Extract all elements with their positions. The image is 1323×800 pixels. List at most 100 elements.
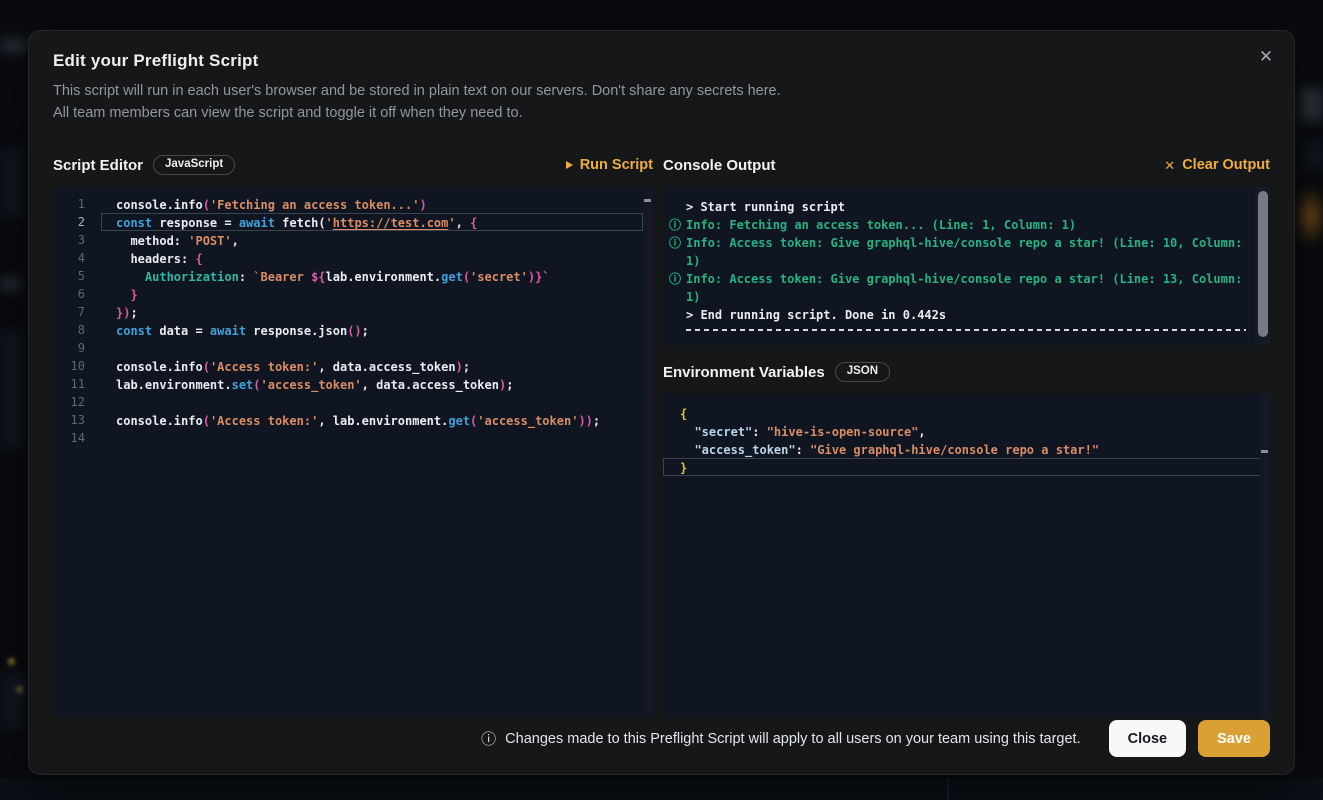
code-line[interactable]: }: [663, 458, 1270, 476]
environment-editor-lines: { "secret": "hive-is-open-source", "acce…: [663, 404, 1270, 476]
console-scrollbar-thumb[interactable]: [1258, 191, 1268, 337]
code-line[interactable]: 4 headers: {: [53, 249, 653, 267]
code-line[interactable]: 11lab.environment.set('access_token', da…: [53, 375, 653, 393]
code-line[interactable]: 2const response = await fetch('https://t…: [53, 213, 653, 231]
code-line-text: headers: {: [101, 249, 643, 267]
code-line[interactable]: 13console.info('Access token:', lab.envi…: [53, 411, 653, 429]
close-button[interactable]: Close: [1109, 720, 1187, 757]
console-line: ⓘInfo: Access token: Give graphql-hive/c…: [669, 234, 1246, 270]
backdrop-blur-text-3: [1300, 88, 1323, 122]
console-line-text: Info: Access token: Give graphql-hive/co…: [686, 234, 1246, 270]
line-number: 8: [53, 321, 101, 339]
script-editor-scrollbar[interactable]: [643, 187, 653, 717]
line-number: 12: [53, 393, 101, 411]
right-section: Console Output ✕ Clear Output > Start ru…: [663, 153, 1270, 717]
code-line-text: }: [663, 458, 1262, 476]
environment-editor-scrollbar[interactable]: [1260, 394, 1270, 717]
modal-title: Edit your Preflight Script: [53, 51, 1270, 71]
code-line[interactable]: 6 }: [53, 285, 653, 303]
environment-title: Environment Variables: [663, 364, 825, 381]
info-icon: ⓘ: [481, 728, 496, 749]
line-number: 5: [53, 267, 101, 285]
line-number: 14: [53, 429, 101, 447]
clear-icon: ✕: [1164, 159, 1175, 172]
line-number: 9: [53, 339, 101, 357]
save-button[interactable]: Save: [1198, 720, 1270, 757]
console-separator: [686, 329, 1246, 331]
script-editor-scroll-mark: [644, 199, 651, 202]
code-line-text: [101, 429, 643, 447]
backdrop-blur-glow: [1298, 185, 1323, 247]
backdrop-bottom-strip: [0, 778, 1323, 800]
console-lines: > Start running scriptⓘInfo: Fetching an…: [669, 198, 1246, 324]
backdrop-blur-panel-3: [0, 670, 26, 730]
code-line-text: method: 'POST',: [101, 231, 643, 249]
clear-output-label: Clear Output: [1182, 157, 1270, 173]
console-line-text: Info: Fetching an access token... (Line:…: [686, 216, 1246, 234]
script-editor-section: Script Editor JavaScript Run Script 1con…: [53, 153, 653, 717]
code-line[interactable]: "secret": "hive-is-open-source",: [663, 422, 1270, 440]
console-scrollbar-track[interactable]: [1255, 187, 1270, 345]
code-line[interactable]: 7});: [53, 303, 653, 321]
code-line-text: "secret": "hive-is-open-source",: [663, 422, 1262, 440]
console-info-icon: ⓘ: [669, 270, 686, 306]
play-icon: [566, 161, 573, 169]
code-line-text: Authorization: `Bearer ${lab.environment…: [101, 267, 643, 285]
console-info-icon: ⓘ: [669, 216, 686, 234]
code-line-text: console.info('Fetching an access token..…: [101, 195, 643, 213]
code-line[interactable]: "access_token": "Give graphql-hive/conso…: [663, 440, 1270, 458]
code-line-text: [101, 393, 643, 411]
backdrop-blur-dot-2: [16, 686, 23, 693]
line-number: 2: [53, 213, 101, 231]
code-line[interactable]: 3 method: 'POST',: [53, 231, 653, 249]
console-line: ⓘInfo: Fetching an access token... (Line…: [669, 216, 1246, 234]
environment-editor[interactable]: { "secret": "hive-is-open-source", "acce…: [663, 394, 1270, 717]
code-line-text: const response = await fetch('https://te…: [101, 213, 643, 231]
footer-notice-text: Changes made to this Preflight Script wi…: [505, 731, 1080, 747]
run-script-button[interactable]: Run Script: [566, 157, 653, 173]
script-editor-title: Script Editor: [53, 157, 143, 174]
backdrop-blur-text-2: [0, 278, 22, 290]
code-line[interactable]: {: [663, 404, 1270, 422]
backdrop-blur-text-1: [0, 40, 26, 52]
backdrop-blur-dot-1: [8, 658, 15, 665]
backdrop-blur-panel-1: [0, 148, 26, 218]
code-line[interactable]: 10console.info('Access token:', data.acc…: [53, 357, 653, 375]
console-header: Console Output ✕ Clear Output: [663, 153, 1270, 177]
console-line-text: > Start running script: [686, 198, 1246, 216]
code-line-text: [101, 339, 643, 357]
code-line[interactable]: 12: [53, 393, 653, 411]
environment-editor-scroll-mark: [1261, 450, 1268, 453]
modal-footer: ⓘ Changes made to this Preflight Script …: [29, 717, 1294, 774]
preflight-script-modal: Edit your Preflight Script This script w…: [28, 30, 1295, 775]
code-line-text: });: [101, 303, 643, 321]
clear-output-button[interactable]: ✕ Clear Output: [1164, 157, 1270, 173]
modal-description-line2: All team members can view the script and…: [53, 102, 1270, 124]
line-number: 3: [53, 231, 101, 249]
line-number: 13: [53, 411, 101, 429]
script-editor[interactable]: 1console.info('Fetching an access token.…: [53, 187, 653, 717]
line-number: 6: [53, 285, 101, 303]
backdrop-blur-panel-4: [1302, 140, 1323, 170]
code-line[interactable]: 1console.info('Fetching an access token.…: [53, 195, 653, 213]
code-line-text: lab.environment.set('access_token', data…: [101, 375, 643, 393]
code-line-text: const data = await response.json();: [101, 321, 643, 339]
code-line[interactable]: 14: [53, 429, 653, 447]
code-line[interactable]: 5 Authorization: `Bearer ${lab.environme…: [53, 267, 653, 285]
console-icon-spacer: [669, 306, 686, 324]
script-editor-lines: 1console.info('Fetching an access token.…: [53, 195, 653, 447]
code-line-text: }: [101, 285, 643, 303]
console-output[interactable]: > Start running scriptⓘInfo: Fetching an…: [663, 187, 1270, 345]
code-line[interactable]: 9: [53, 339, 653, 357]
line-number: 1: [53, 195, 101, 213]
environment-header: Environment Variables JSON: [663, 360, 1270, 384]
code-line[interactable]: 8const data = await response.json();: [53, 321, 653, 339]
line-number: 7: [53, 303, 101, 321]
javascript-badge: JavaScript: [153, 155, 235, 176]
footer-notice: ⓘ Changes made to this Preflight Script …: [481, 728, 1080, 749]
close-icon[interactable]: ✕: [1252, 43, 1280, 71]
modal-description-line1: This script will run in each user's brow…: [53, 80, 1270, 102]
code-line-text: console.info('Access token:', data.acces…: [101, 357, 643, 375]
console-line-text: > End running script. Done in 0.442s: [686, 306, 1246, 324]
console-title: Console Output: [663, 157, 776, 174]
